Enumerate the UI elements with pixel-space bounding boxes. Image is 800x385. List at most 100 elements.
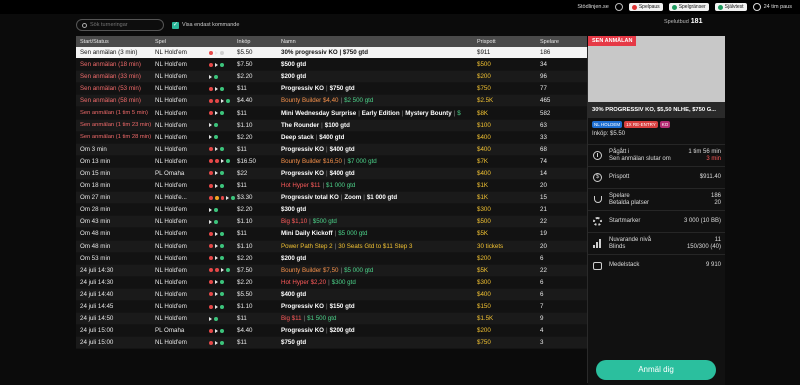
row-players: 186 <box>540 49 551 57</box>
header-spel[interactable]: Spel <box>153 39 209 45</box>
table-row[interactable]: Om 27 min NL Hold'e... $3.30 Progressiv tot… <box>76 192 587 205</box>
table-row[interactable]: Sen anmälan (1 tim 28 min) NL Hold'em $2.2… <box>76 131 587 144</box>
session-timer[interactable]: 24 tim paus <box>752 3 792 11</box>
row-buyin: $2.20 <box>237 278 253 286</box>
bounty-icon <box>209 183 213 188</box>
row-name: $400 gtd <box>279 291 475 298</box>
name-segment: $400 gtd <box>329 169 355 177</box>
name-segment: Deep stack <box>281 133 314 141</box>
header-prispott[interactable]: Prispott <box>475 39 538 45</box>
table-row[interactable]: Om 53 min NL Hold'em $2.20 $200 gtd $200 6 <box>76 252 587 265</box>
info-icon <box>220 50 224 55</box>
players-row: Spelare Betalda platser 186 20 <box>588 188 725 210</box>
header-namn[interactable]: Namn <box>279 39 475 45</box>
row-players: 22 <box>540 218 547 226</box>
table-row[interactable]: Om 43 min NL Hold'em $1.10 Big $1,10 | $500 g… <box>76 216 587 229</box>
table-row[interactable]: Sen anmälan (53 min) NL Hold'em $11 Progres… <box>76 83 587 96</box>
table-row[interactable]: 24 juli 14:45 NL Hold'em $1.10 Progressiv K… <box>76 300 587 314</box>
spelutbud-count: Spelutbud 181 <box>664 18 703 25</box>
row-start-status: 24 juli 14:40 <box>80 290 114 298</box>
table-row[interactable]: 24 juli 14:30 NL Hold'em $7.50 Bounty Build… <box>76 264 587 277</box>
row-game: PL Omaha <box>155 169 185 177</box>
bounty-icon <box>209 340 213 345</box>
play-icon <box>221 159 224 164</box>
spelgranser-button[interactable]: Spelgränser <box>668 3 709 11</box>
row-buyin: $1.10 <box>237 218 253 226</box>
table-row[interactable]: Sen anmälan (33 min) NL Hold'em $2.20 $200 … <box>76 71 587 84</box>
table-row[interactable]: Om 28 min NL Hold'em $2.20 $300 gtd $300 21 <box>76 204 587 217</box>
status-icon <box>226 268 230 273</box>
search-box[interactable] <box>76 19 164 31</box>
average-stack-row: Medelstack 9 910 <box>588 254 725 276</box>
table-row[interactable]: Sen anmälan (18 min) NL Hold'em $7.50 $500 … <box>76 59 587 72</box>
name-segment: $7 000 gtd <box>347 157 377 165</box>
status-icon <box>214 316 218 321</box>
spelpaus-button[interactable]: Spelpaus <box>628 3 663 11</box>
table-row[interactable]: Om 18 min NL Hold'em $11 Hot Hyper $11 | $1 0… <box>76 180 587 193</box>
name-separator: | <box>326 169 328 177</box>
tournament-title: 30% PROGRESSIV KO, $5,50 NLHE, $750 G... <box>588 102 725 118</box>
table-row[interactable]: Sen anmälan (1 tim 23 min) NL Hold'em $1.1… <box>76 119 587 132</box>
register-button[interactable]: Anmäl dig <box>596 360 716 380</box>
table-row[interactable]: Sen anmälan (1 tim 5 min) NL Hold'em $11 Mi… <box>76 107 587 120</box>
row-players: 6 <box>540 290 544 298</box>
row-buyin: $11 <box>237 230 247 238</box>
name-segment: $200 gtd <box>281 73 307 81</box>
table-row[interactable]: 24 juli 14:40 NL Hold'em $5.50 $400 gtd $400… <box>76 288 587 301</box>
play-icon <box>209 316 212 321</box>
table-row[interactable]: Sen anmälan (3 min) NL Hold'em $5.50 30% pr… <box>76 47 587 60</box>
table-body: Sen anmälan (3 min) NL Hold'em $5.50 30% pr… <box>76 47 587 350</box>
table-row[interactable]: Om 48 min NL Hold'em $11 Mini Daily Kickoff… <box>76 228 587 241</box>
row-prize: $100 <box>477 121 491 129</box>
row-buyin: $11 <box>237 85 247 93</box>
header-start-status[interactable]: Start/Status <box>76 39 153 45</box>
table-row[interactable]: 24 juli 15:00 NL Hold'em $11 $750 gtd $750 3 <box>76 337 587 350</box>
row-game: NL Hold'em <box>155 266 187 274</box>
name-segment: Progressiv KO <box>281 145 324 153</box>
table-row[interactable]: 24 juli 14:30 NL Hold'em $2.20 Hot Hyper $2… <box>76 276 587 289</box>
row-name: 30% progressiv KO | $750 gtd <box>279 49 475 56</box>
status-icon <box>226 98 230 103</box>
table-row[interactable]: Sen anmälan (58 min) NL Hold'em $4.40 Bount… <box>76 95 587 108</box>
header-inkop[interactable]: Inköp <box>235 39 279 45</box>
row-game: NL Hold'em <box>155 73 187 81</box>
sjalvtest-button[interactable]: Självtest <box>714 3 747 11</box>
play-icon <box>215 231 218 236</box>
row-start-status: Om 48 min <box>80 230 111 238</box>
row-start-status: Om 53 min <box>80 254 111 262</box>
row-game: NL Hold'em <box>155 121 187 129</box>
row-name: Bounty Builder $4,40 | $2 500 gtd <box>279 97 475 104</box>
status-icon <box>214 207 218 212</box>
status-icon <box>220 292 224 297</box>
buyin-text: Inköp: $5.50 <box>592 131 626 137</box>
table-row[interactable]: 24 juli 14:50 NL Hold'em $11 Big $11 | $1 500… <box>76 313 587 326</box>
upcoming-only-checkbox[interactable]: ✓ Visa endast kommande <box>172 21 239 29</box>
row-players: 19 <box>540 230 547 238</box>
row-start-status: Sen anmälan (53 min) <box>80 85 141 93</box>
support-link[interactable]: Stödlinjen.se <box>577 4 609 10</box>
table-row[interactable]: 24 juli 15:00 PL Omaha $4.40 Progressiv KO |… <box>76 325 587 338</box>
header-spelare[interactable]: Spelare <box>538 39 587 45</box>
row-game: NL Hold'em <box>155 206 187 214</box>
row-buyin: $2.20 <box>237 133 253 141</box>
row-start-status: 24 juli 14:30 <box>80 266 114 274</box>
row-buyin: $7.50 <box>237 61 253 69</box>
row-name: Mini Daily Kickoff | $5 000 gtd <box>279 230 475 237</box>
table-row[interactable]: Om 48 min NL Hold'em $1.10 Power Path Step … <box>76 240 587 253</box>
bounty-icon <box>209 256 213 261</box>
row-name: Progressiv KO | $750 gtd <box>279 85 475 92</box>
name-segment: $ <box>457 109 461 117</box>
search-input[interactable] <box>90 22 160 28</box>
play-icon <box>215 171 218 176</box>
row-feature-icons <box>209 111 235 116</box>
row-start-status: Sen anmälan (18 min) <box>80 61 141 69</box>
row-name: Big $1,10 | $500 gtd <box>279 218 475 225</box>
bounty-icon <box>215 268 219 273</box>
status-icon <box>220 171 224 176</box>
row-game: NL Hold'em <box>155 254 187 262</box>
table-row[interactable]: Om 3 min NL Hold'em $11 Progressiv KO | $400 … <box>76 143 587 156</box>
row-name: Progressiv KO | $400 gtd <box>279 170 475 177</box>
bounty-icon <box>215 159 219 164</box>
table-row[interactable]: Om 13 min NL Hold'em $16.50 Bounty Builder … <box>76 155 587 168</box>
table-row[interactable]: Om 15 min PL Omaha $22 Progressiv KO | $400 g… <box>76 167 587 181</box>
